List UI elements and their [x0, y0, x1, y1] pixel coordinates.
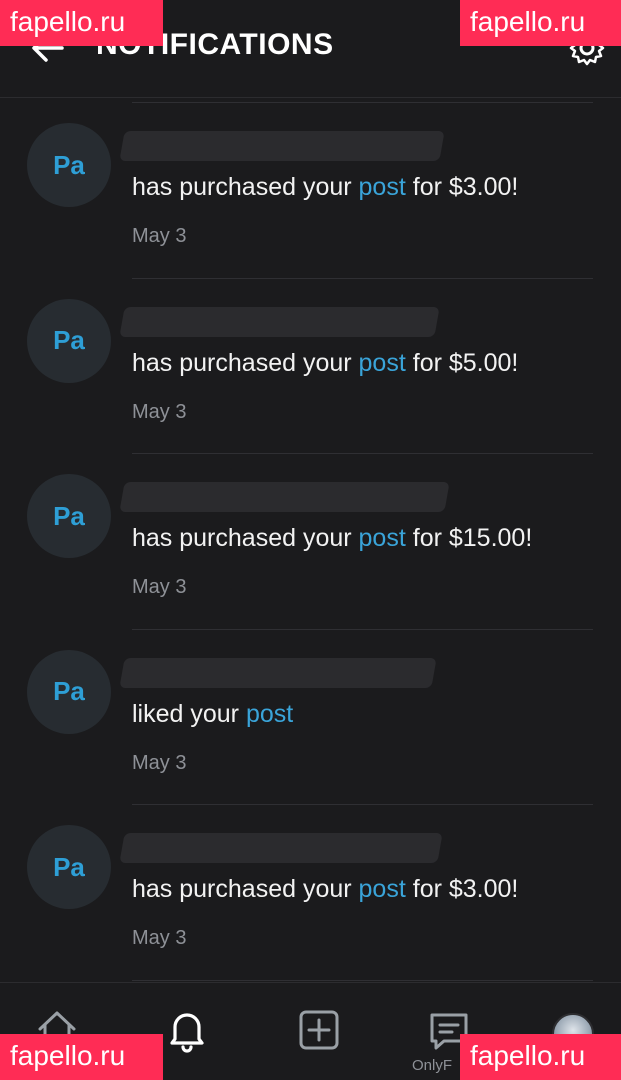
- redacted-username: [119, 131, 445, 161]
- nav-add[interactable]: [294, 1005, 344, 1055]
- nav-label: OnlyF: [412, 1057, 453, 1074]
- add-icon: [299, 1010, 339, 1050]
- notification-date: May 3: [132, 751, 187, 774]
- message-text: has purchased your: [132, 524, 359, 552]
- notification-item[interactable]: Pa has purchased your post for $3.00! Ma…: [0, 103, 621, 279]
- avatar[interactable]: Pa: [27, 474, 111, 558]
- watermark: fapello.ru: [460, 0, 621, 46]
- notification-item[interactable]: Pa liked your post May 3: [0, 630, 621, 805]
- message-amount: for $3.00!: [405, 173, 519, 201]
- avatar-initials: Pa: [53, 149, 85, 180]
- avatar-initials: Pa: [53, 500, 85, 531]
- message-amount: for $5.00!: [405, 348, 519, 377]
- avatar[interactable]: Pa: [27, 825, 111, 909]
- bell-icon: [170, 1013, 204, 1053]
- watermark: fapello.ru: [460, 1034, 621, 1080]
- redacted-username: [119, 657, 437, 688]
- watermark: fapello.ru: [0, 1034, 163, 1080]
- notification-date: May 3: [132, 400, 187, 423]
- notification-item[interactable]: Pa has purchased your post for $3.00! Ma…: [0, 805, 621, 981]
- avatar-initials: Pa: [53, 851, 85, 882]
- avatar[interactable]: Pa: [27, 298, 111, 383]
- notification-message: has purchased your post for $3.00!: [132, 173, 518, 202]
- message-text: has purchased your: [132, 173, 359, 201]
- message-text: has purchased your: [132, 875, 359, 903]
- message-amount: for $3.00!: [405, 875, 519, 903]
- watermark: fapello.ru: [0, 0, 163, 46]
- notification-date: May 3: [132, 225, 187, 247]
- post-link[interactable]: post: [359, 524, 406, 552]
- notification-message: has purchased your post for $5.00!: [132, 349, 518, 378]
- avatar[interactable]: Pa: [27, 649, 111, 734]
- notification-message: has purchased your post for $3.00!: [132, 875, 518, 904]
- redacted-username: [119, 306, 440, 337]
- message-text: has purchased your: [132, 348, 359, 377]
- post-link[interactable]: post: [359, 349, 406, 377]
- post-link[interactable]: post: [246, 700, 293, 728]
- notifications-screen: NOTIFICATIONS Pa has purchased your post…: [0, 0, 621, 1080]
- divider: [132, 979, 593, 981]
- post-link[interactable]: post: [359, 173, 406, 201]
- notification-list: Pa has purchased your post for $3.00! Ma…: [0, 103, 621, 981]
- notification-date: May 3: [132, 927, 187, 949]
- post-link[interactable]: post: [359, 875, 406, 903]
- avatar-initials: Pa: [53, 325, 85, 355]
- avatar-initials: Pa: [53, 676, 85, 706]
- notification-item[interactable]: Pa has purchased your post for $15.00! M…: [0, 454, 621, 630]
- notification-item[interactable]: Pa has purchased your post for $5.00! Ma…: [0, 279, 621, 454]
- message-text: liked your: [132, 699, 246, 728]
- avatar[interactable]: Pa: [27, 123, 111, 207]
- notification-message: has purchased your post for $15.00!: [132, 524, 532, 553]
- redacted-username: [119, 833, 443, 863]
- notification-date: May 3: [132, 576, 187, 598]
- nav-notifications[interactable]: [162, 1005, 212, 1055]
- message-amount: for $15.00!: [405, 524, 533, 552]
- redacted-username: [119, 482, 450, 512]
- notification-message: liked your post: [132, 700, 293, 729]
